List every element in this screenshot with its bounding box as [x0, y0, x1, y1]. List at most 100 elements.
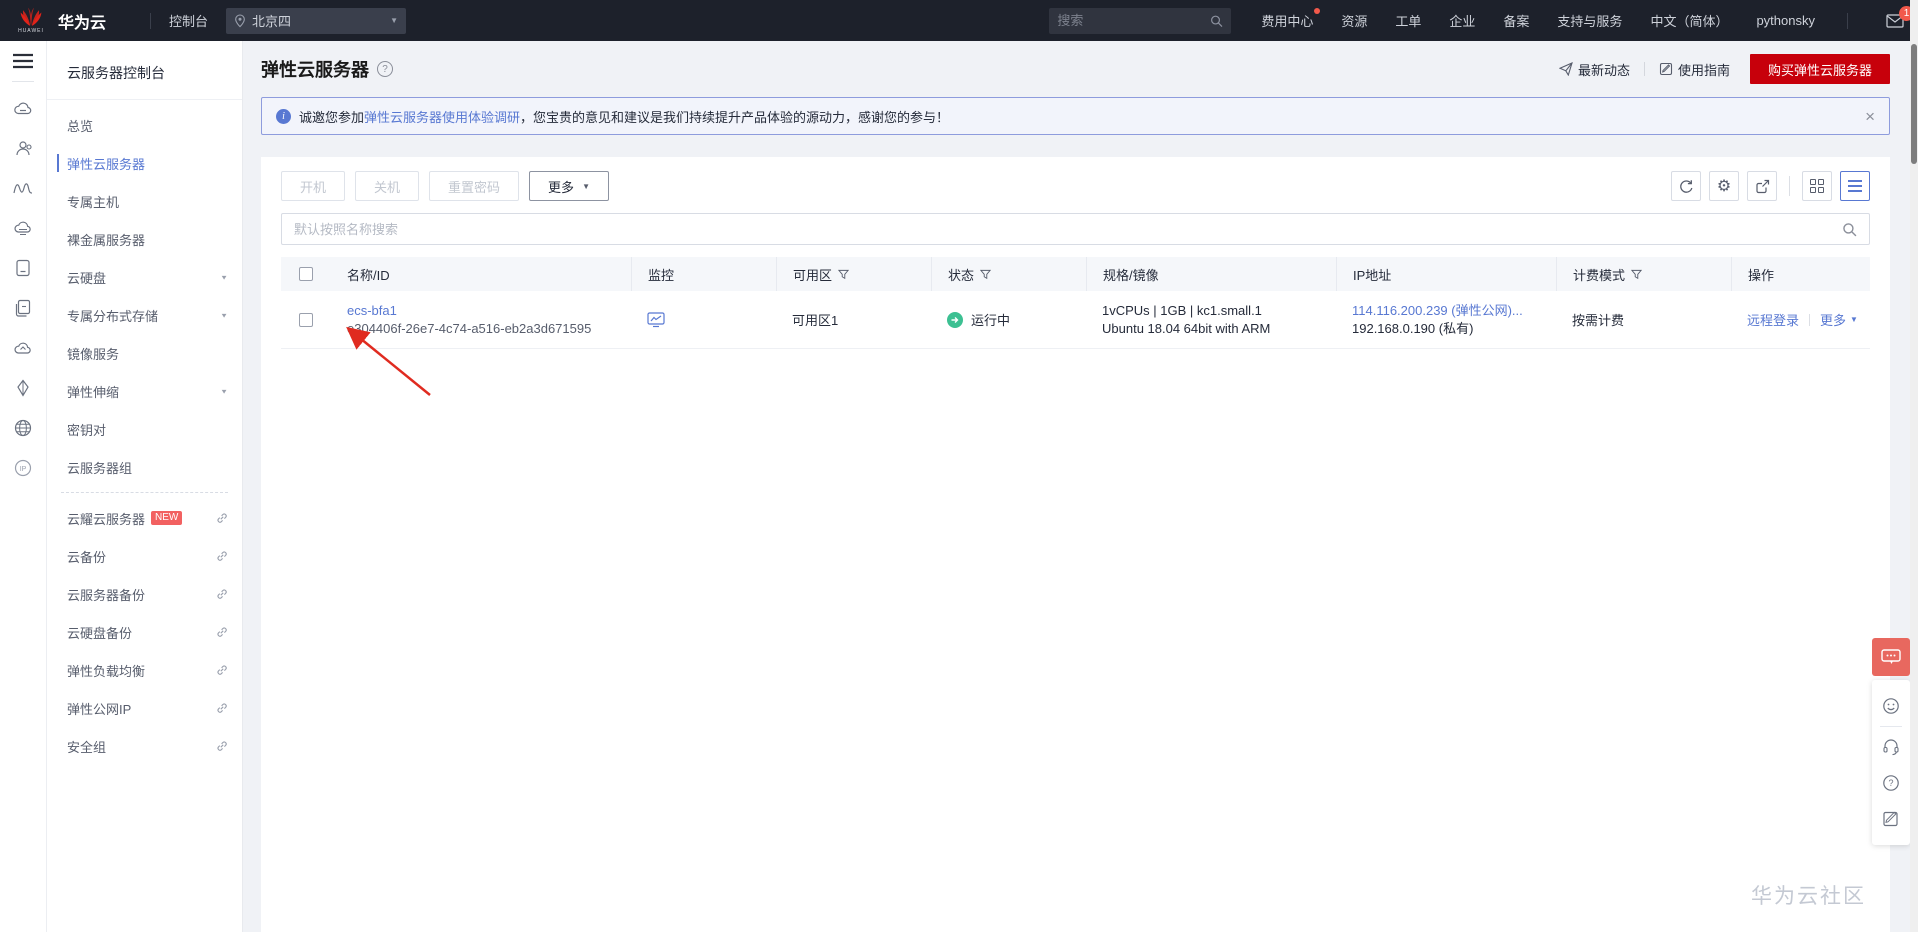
select-all-checkbox[interactable] [299, 267, 313, 281]
page-scrollbar[interactable] [1910, 0, 1918, 932]
sidebar-item[interactable]: 云硬盘 ▼ [47, 258, 242, 296]
global-search[interactable] [1049, 7, 1232, 34]
buy-ecs-button[interactable]: 购买弹性云服务器 [1749, 54, 1890, 84]
sidebar-item[interactable]: 镜像服务 [47, 334, 242, 372]
sidebar-item-label: 弹性负载均衡 [67, 663, 146, 679]
search-icon[interactable] [1210, 14, 1223, 28]
satisfaction-survey-button[interactable] [1872, 688, 1910, 724]
col-header-status[interactable]: 状态 [931, 257, 1086, 291]
nav-username[interactable]: pythonsky [1756, 13, 1815, 28]
row-more-link[interactable]: 更多 [1820, 310, 1846, 329]
col-header-name-id[interactable]: 名称/ID [331, 257, 631, 291]
support-button[interactable] [1872, 729, 1910, 765]
feedback-form-button[interactable] [1872, 801, 1910, 837]
server-name-link[interactable]: ecs-bfa1 [347, 303, 397, 318]
list-view-button[interactable] [1840, 171, 1870, 201]
nav-language[interactable]: 中文（简体） [1650, 11, 1728, 30]
settings-button[interactable]: ⚙ [1709, 171, 1739, 201]
sidebar-item[interactable]: 总览 [47, 106, 242, 144]
close-icon[interactable]: × [1865, 108, 1875, 125]
nav-support[interactable]: 支持与服务 [1557, 11, 1622, 30]
col-header-spec-image[interactable]: 规格/镜像 [1086, 257, 1336, 291]
sidebar-item-label: 弹性公网IP [67, 701, 132, 717]
remote-login-link[interactable]: 远程登录 [1747, 310, 1799, 329]
refresh-button[interactable] [1671, 171, 1701, 201]
filter-icon[interactable] [980, 269, 992, 280]
nav-resources[interactable]: 资源 [1341, 11, 1367, 30]
power-on-button[interactable]: 开机 [281, 171, 346, 201]
sidebar-item[interactable]: 弹性公网IP [47, 689, 242, 727]
nav-icp-filing[interactable]: 备案 [1503, 11, 1529, 30]
chevron-down-icon: ▼ [390, 16, 399, 25]
sidebar-item[interactable]: 云硬盘备份 [47, 613, 242, 651]
banner-prefix: 诚邀您参加 [299, 109, 365, 125]
cell-az: 可用区1 [792, 313, 839, 328]
nav-billing-center[interactable]: 费用中心 [1261, 8, 1321, 30]
sidebar-item[interactable]: 云备份 [47, 537, 242, 575]
sidebar-item[interactable]: 弹性负载均衡 [47, 651, 242, 689]
sidebar-item[interactable]: 弹性云服务器 [47, 144, 242, 182]
public-ip-link[interactable]: 114.116.200.239 (弹性公网)... [1352, 303, 1523, 318]
external-link-icon [216, 588, 228, 600]
name-filter-input[interactable] [294, 221, 1842, 237]
sidebar-item[interactable]: 专属分布式存储 ▼ [47, 296, 242, 334]
region-selector[interactable]: 北京四 ▼ [226, 7, 407, 34]
banner-suffix: ，您宝贵的意见和建议是我们持续提升产品体验的源动力，感谢您的参与！ [520, 109, 950, 125]
sidebar-item[interactable]: 云服务器备份 [47, 575, 242, 613]
col-header-operations[interactable]: 操作 [1731, 257, 1870, 291]
sidebar-item[interactable]: 云服务器组 [47, 448, 242, 486]
assist-panel: ? [1872, 680, 1910, 845]
export-button[interactable] [1747, 171, 1777, 201]
globe-icon[interactable] [13, 418, 33, 438]
hot-air-balloon-icon[interactable] [13, 378, 33, 398]
monitor-waves-icon[interactable] [13, 178, 33, 198]
sidebar-item[interactable]: 弹性伸缩 ▼ [47, 372, 242, 410]
notebook-icon[interactable] [13, 258, 33, 278]
col-header-monitoring[interactable]: 监控 [631, 257, 776, 291]
sidebar-item[interactable]: 密钥对 [47, 410, 242, 448]
hamburger-menu-icon[interactable] [12, 53, 34, 69]
sidebar-item[interactable]: 安全组 [47, 727, 242, 765]
power-off-button[interactable]: 关机 [355, 171, 420, 201]
feedback-button[interactable] [1872, 638, 1910, 676]
sidebar-item[interactable]: 云耀云服务器 NEW [47, 499, 242, 537]
cloud-sync-icon[interactable] [13, 338, 33, 358]
sidebar-item-label: 裸金属服务器 [67, 232, 146, 248]
global-search-input[interactable] [1057, 13, 1211, 28]
user-group-icon[interactable] [13, 138, 33, 158]
user-guide-link[interactable]: 使用指南 [1659, 60, 1730, 79]
external-link-icon [216, 740, 228, 752]
filter-icon[interactable] [1631, 269, 1643, 280]
col-header-ip[interactable]: IP地址 [1336, 257, 1556, 291]
monitoring-chart-icon[interactable] [647, 311, 665, 328]
external-link-icon [216, 550, 228, 562]
search-icon[interactable] [1842, 222, 1857, 237]
cloud-server-icon[interactable] [13, 98, 33, 118]
brand-name[interactable]: 华为云 [58, 9, 106, 33]
col-header-az[interactable]: 可用区 [776, 257, 931, 291]
nav-enterprise[interactable]: 企业 [1449, 11, 1475, 30]
ip-icon[interactable]: IP [13, 458, 33, 478]
more-actions-button[interactable]: 更多 ▼ [529, 171, 609, 201]
grid-view-button[interactable] [1802, 171, 1832, 201]
documents-icon[interactable] [13, 298, 33, 318]
sidebar-item[interactable]: 专属主机 [47, 182, 242, 220]
nav-tickets[interactable]: 工单 [1395, 11, 1421, 30]
chevron-down-icon[interactable]: ▼ [1850, 315, 1858, 324]
filter-icon[interactable] [838, 269, 850, 280]
col-header-billing[interactable]: 计费模式 [1556, 257, 1731, 291]
reset-password-button[interactable]: 重置密码 [429, 171, 520, 201]
huawei-logo[interactable]: HUAWEI [18, 7, 44, 34]
cloud-stack-icon[interactable] [13, 218, 33, 238]
messages-button[interactable]: 1 [1886, 5, 1914, 28]
console-link[interactable]: 控制台 [169, 11, 208, 30]
name-filter[interactable] [281, 213, 1870, 245]
help-button[interactable]: ? [1872, 765, 1910, 801]
scrollbar-thumb[interactable] [1911, 44, 1917, 164]
survey-link[interactable]: 弹性云服务器使用体验调研 [364, 110, 520, 125]
row-checkbox[interactable] [299, 312, 313, 327]
sidebar-item[interactable]: 裸金属服务器 [47, 220, 242, 258]
latest-news-link[interactable]: 最新动态 [1558, 60, 1630, 79]
help-icon[interactable]: ? [377, 61, 393, 77]
status-text: 运行中 [971, 313, 1011, 328]
